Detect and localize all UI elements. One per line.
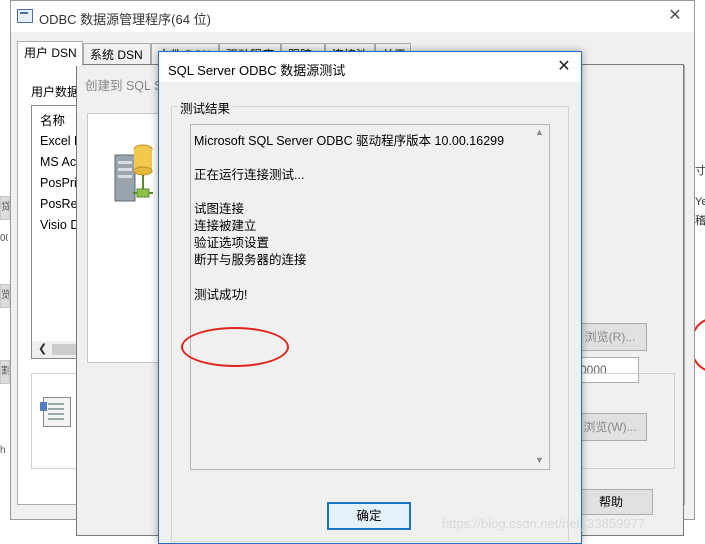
scroll-down-icon[interactable]: ▼ <box>535 455 544 465</box>
browse-r-label: 浏览(R)... <box>584 330 636 344</box>
tab-user-dsn[interactable]: 用户 DSN <box>17 41 83 66</box>
scroll-up-icon[interactable]: ▲ <box>535 127 544 137</box>
list-item[interactable]: PosRe <box>40 197 78 211</box>
bg-edge-fragment: 割 <box>0 360 10 384</box>
data-source-list[interactable]: 名称 Excel F MS Ac PosPri PosRe Visio D <box>31 105 79 359</box>
bg-right-fragment: Ye <box>695 196 705 208</box>
watermark: https://blog.csdn.net/net_33859977 <box>442 516 646 531</box>
list-item[interactable]: Excel F <box>40 134 78 148</box>
annotation-circle-success <box>181 327 289 367</box>
list-item[interactable]: MS Ac <box>40 155 76 169</box>
odbc-close-icon[interactable]: ✕ <box>664 6 686 26</box>
odbc-app-icon <box>17 9 33 23</box>
scroll-thumb[interactable] <box>52 344 78 355</box>
odbc-window-title: ODBC 数据源管理程序(64 位) <box>39 12 211 27</box>
bg-edge-fragment: 贷 <box>0 196 10 220</box>
bg-right-fragment: 稽 <box>695 215 705 227</box>
odbc-titlebar: ODBC 数据源管理程序(64 位) ✕ <box>11 1 694 32</box>
list-item[interactable]: Visio D <box>40 218 78 232</box>
list-horizontal-scrollbar[interactable]: ❮ <box>32 341 78 358</box>
browse-r-button[interactable]: 浏览(R)... <box>573 323 647 351</box>
result-line-driver-version: Microsoft SQL Server ODBC 驱动程序版本 10.00.1… <box>194 134 505 148</box>
wizard-group-box <box>569 373 675 469</box>
bg-edge-fragment: 00 <box>0 228 8 250</box>
dialog-close-icon[interactable]: ✕ <box>553 56 575 78</box>
result-line-disconnect: 断开与服务器的连接 <box>194 253 307 267</box>
bg-edge-fragment: 览 <box>0 284 10 308</box>
test-results-label: 测试结果 <box>177 98 234 117</box>
results-vertical-scrollbar[interactable]: ▲ ▼ <box>531 125 549 469</box>
list-item[interactable]: PosPri <box>40 176 77 190</box>
ok-button[interactable]: 确定 <box>327 502 411 530</box>
result-line-running: 正在运行连接测试... <box>194 168 305 182</box>
dialog-title: SQL Server ODBC 数据源测试 <box>168 63 346 78</box>
database-server-icon <box>114 144 153 202</box>
scroll-left-icon[interactable]: ❮ <box>38 342 47 355</box>
list-header-name: 名称 <box>40 114 66 128</box>
dialog-titlebar: SQL Server ODBC 数据源测试 ✕ <box>159 52 581 82</box>
bg-edge-fragment: h <box>0 440 8 462</box>
result-line-success: 测试成功! <box>194 288 248 302</box>
bg-right-fragment: 寸 <box>695 165 705 177</box>
datasource-info-icon <box>40 397 71 427</box>
odbc-test-dialog: SQL Server ODBC 数据源测试 ✕ 测试结果 Microsoft S… <box>158 51 582 544</box>
tab-system-dsn[interactable]: 系统 DSN <box>83 43 151 65</box>
